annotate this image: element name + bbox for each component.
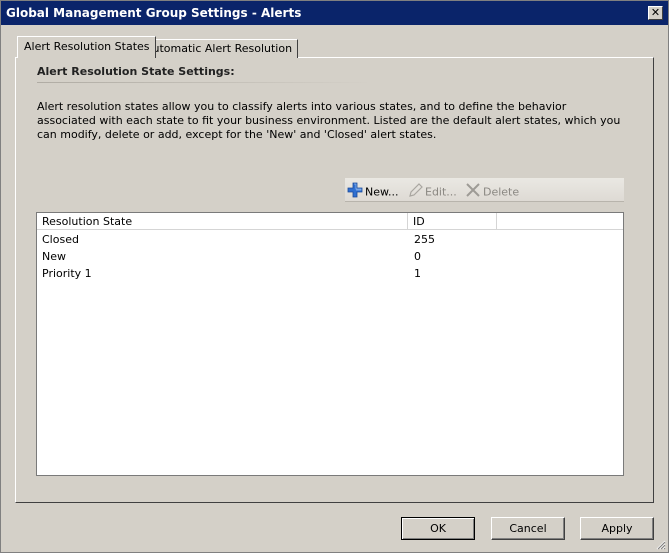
ok-button[interactable]: OK	[401, 517, 475, 540]
tab-alert-resolution-states[interactable]: Alert Resolution States	[17, 36, 156, 58]
cancel-button[interactable]: Cancel	[491, 517, 565, 540]
close-button[interactable]: ✕	[648, 6, 663, 20]
title-bar[interactable]: Global Management Group Settings - Alert…	[1, 1, 668, 25]
tab-label: Automatic Alert Resolution	[145, 42, 293, 55]
close-icon: ✕	[650, 6, 661, 19]
apply-button[interactable]: Apply	[580, 517, 654, 540]
window-title: Global Management Group Settings - Alert…	[6, 6, 302, 20]
tab-label: Alert Resolution States	[24, 40, 150, 53]
dialog-window: Global Management Group Settings - Alert…	[0, 0, 669, 553]
tab-automatic-alert-resolution[interactable]: Automatic Alert Resolution	[139, 39, 299, 58]
tab-panel	[15, 57, 654, 503]
resize-grip-icon[interactable]	[654, 538, 666, 550]
